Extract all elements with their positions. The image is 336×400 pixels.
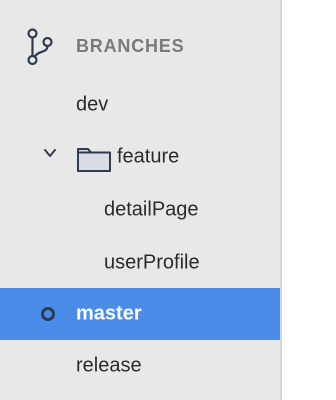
branch-item-dev[interactable]: dev [0, 79, 280, 131]
branch-label: userProfile [104, 251, 200, 274]
folder-item-feature[interactable]: feature [0, 131, 280, 183]
sidebar: BRANCHES dev feature detailPage userProf… [0, 0, 280, 400]
branch-item-userprofile[interactable]: userProfile [0, 237, 280, 289]
branch-label: release [76, 354, 142, 377]
branch-label: dev [76, 93, 109, 116]
section-title: BRANCHES [76, 36, 185, 56]
branch-label: master [76, 302, 142, 325]
current-branch-indicator-icon [41, 307, 55, 321]
chevron-down-icon[interactable] [42, 145, 58, 161]
folder-icon [76, 145, 112, 173]
branch-item-detailpage[interactable]: detailPage [0, 184, 280, 236]
branch-item-release[interactable]: release [0, 340, 280, 392]
branch-item-master[interactable]: master [0, 288, 280, 340]
branch-label: detailPage [104, 198, 199, 221]
branches-section-header[interactable]: BRANCHES [0, 26, 280, 68]
folder-label: feature [117, 145, 180, 168]
sidebar-divider[interactable] [280, 0, 282, 400]
git-branch-icon [22, 26, 62, 68]
